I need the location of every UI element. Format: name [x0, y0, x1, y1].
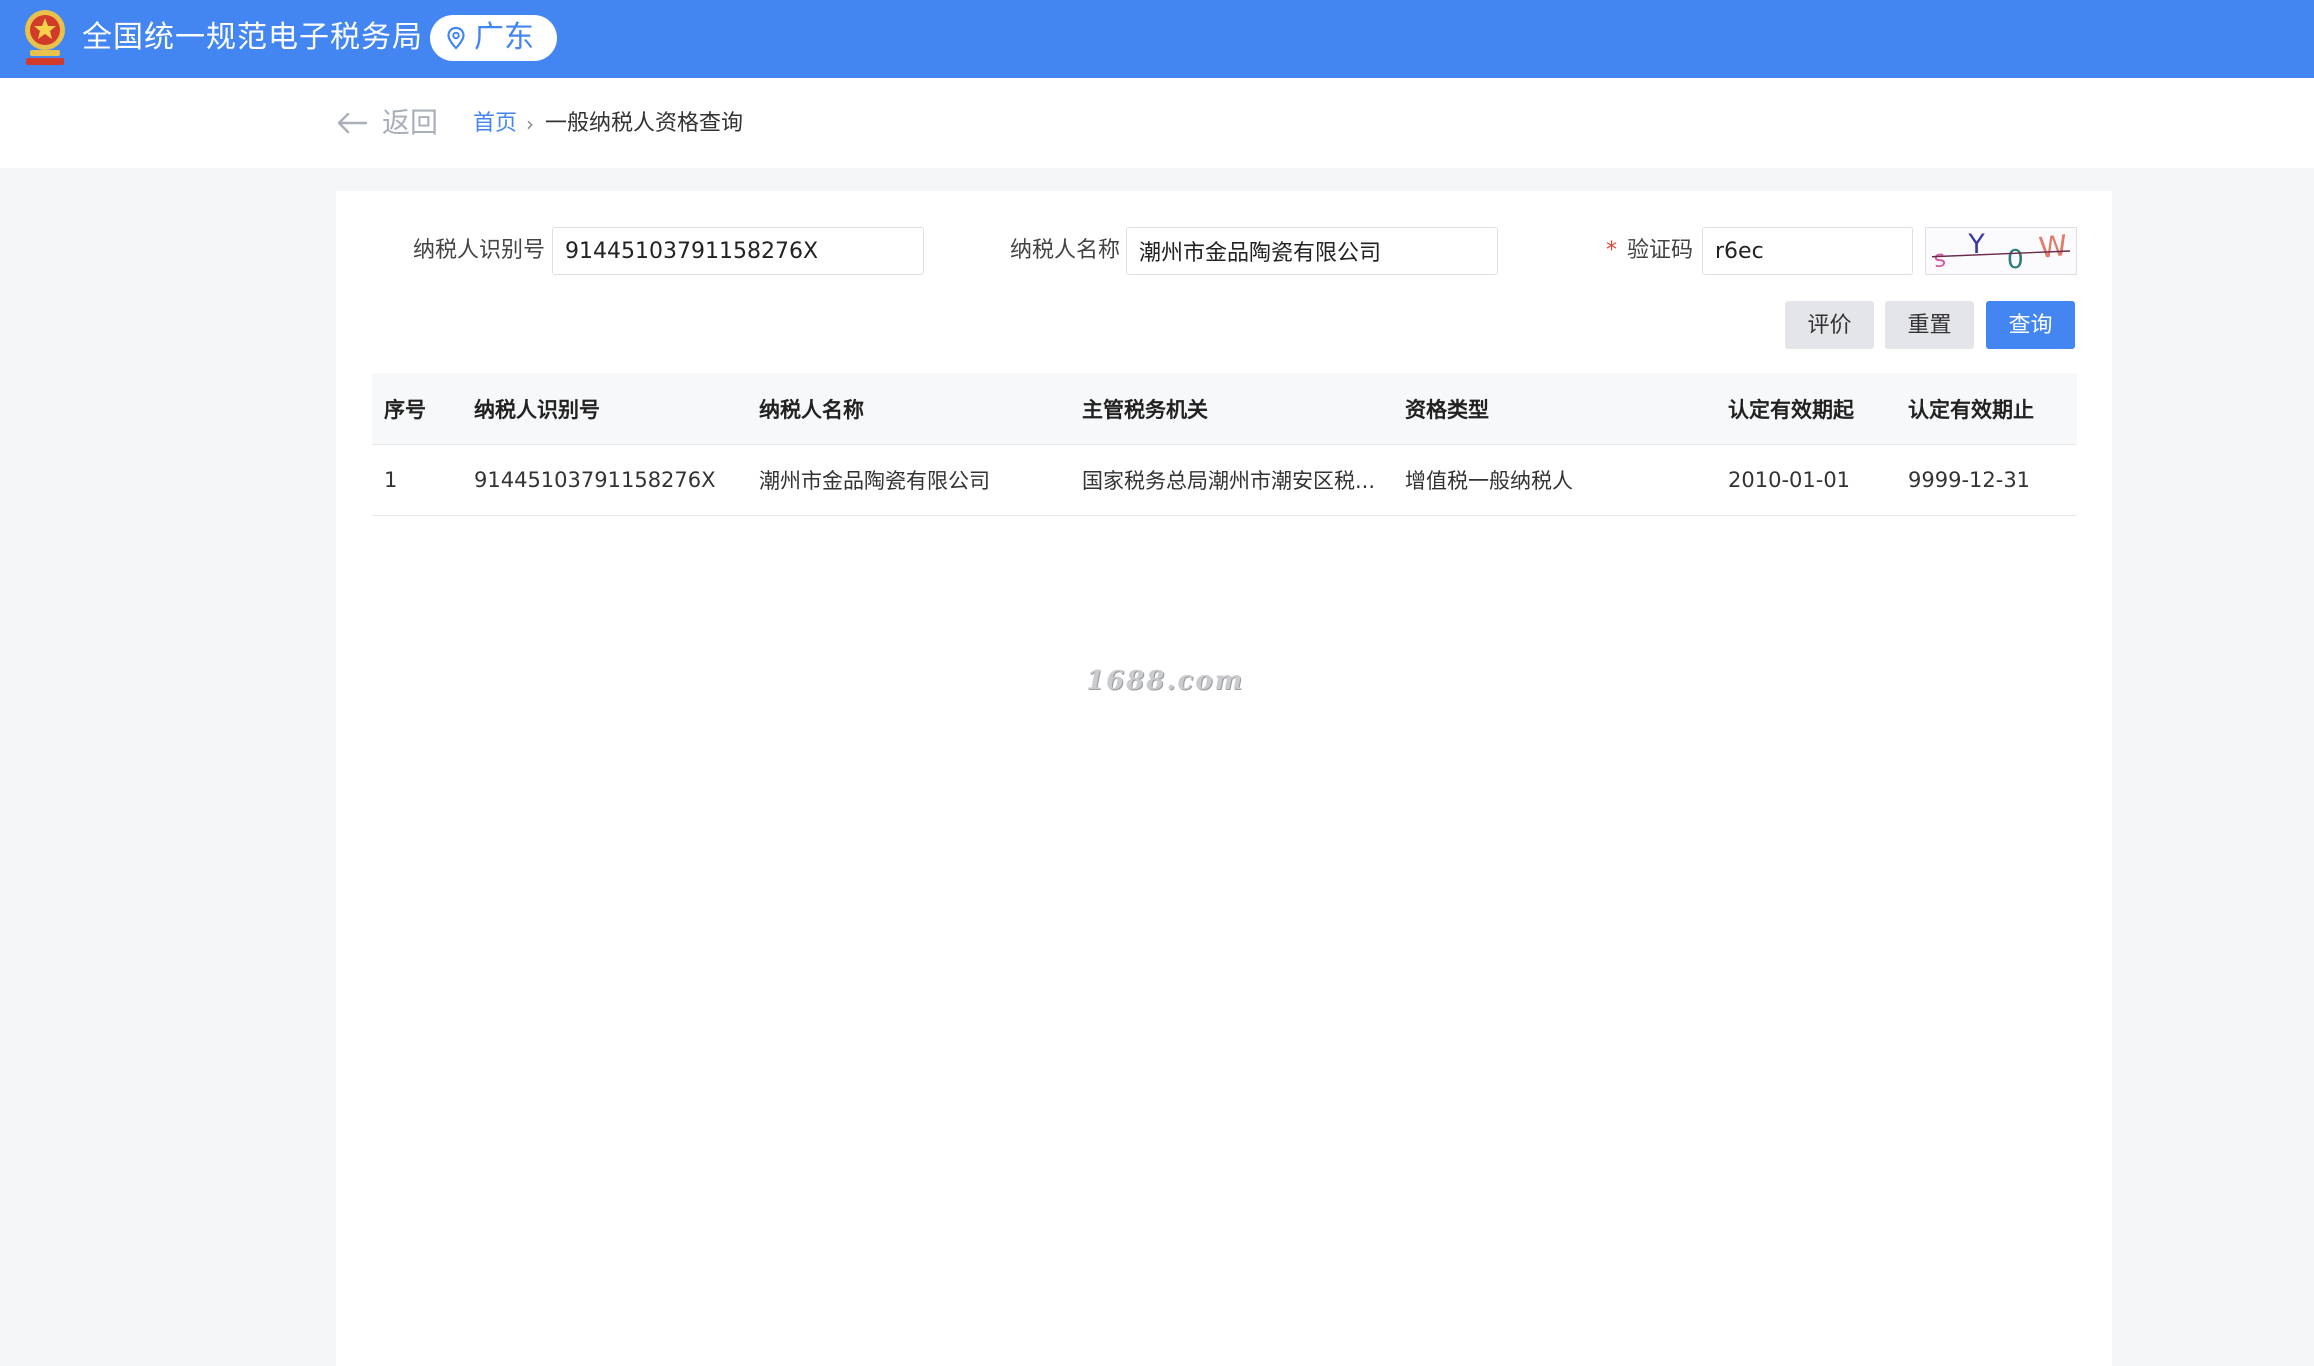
taxpayer-name-input[interactable]	[1126, 227, 1498, 275]
cell-index: 1	[384, 468, 398, 492]
column-header-valid-from: 认定有效期起	[1728, 397, 1854, 422]
captcha-label: 验证码	[1627, 238, 1694, 263]
result-table: 序号 纳税人识别号 纳税人名称 主管税务机关 资格类型 认定有效期起 认定有效期…	[372, 373, 2077, 516]
table-header: 序号 纳税人识别号 纳税人名称 主管税务机关 资格类型 认定有效期起 认定有效期…	[372, 373, 2077, 445]
cell-qualification-type: 增值税一般纳税人	[1405, 469, 1573, 493]
breadcrumb-home-link[interactable]: 首页	[473, 108, 517, 140]
top-header: 全国统一规范电子税务局 广东	[0, 0, 2314, 78]
captcha-input[interactable]	[1702, 227, 1913, 275]
query-card: 纳税人识别号 纳税人名称 * 验证码 s Y 0 W 评价 重置 查询 序号 纳税…	[336, 191, 2112, 1366]
captcha-glyph-4: W	[2037, 228, 2069, 265]
breadcrumb-current: 一般纳税人资格查询	[545, 111, 744, 136]
cell-taxpayer-name: 潮州市金品陶瓷有限公司	[759, 469, 990, 493]
evaluate-button[interactable]: 评价	[1785, 301, 1874, 349]
query-button[interactable]: 查询	[1986, 301, 2075, 349]
column-header-taxpayer-name: 纳税人名称	[759, 397, 864, 422]
cell-tax-authority: 国家税务总局潮州市潮安区税...	[1082, 469, 1376, 493]
required-asterisk: *	[1606, 238, 1617, 263]
tax-emblem-icon	[25, 10, 65, 65]
location-pin-icon	[447, 26, 465, 50]
captcha-glyph-1: s	[1932, 246, 1947, 273]
back-button[interactable]: 返回	[336, 104, 438, 142]
site-title: 全国统一规范电子税务局	[82, 20, 423, 55]
column-header-index: 序号	[384, 397, 426, 422]
taxpayer-name-label: 纳税人名称	[1010, 238, 1121, 263]
cell-taxpayer-id: 91445103791158276X	[474, 468, 716, 492]
region-label: 广东	[474, 20, 534, 55]
breadcrumb-separator: ›	[526, 112, 534, 136]
table-row[interactable]: 1 91445103791158276X 潮州市金品陶瓷有限公司 国家税务总局潮…	[372, 445, 2077, 516]
column-header-tax-authority: 主管税务机关	[1082, 397, 1208, 422]
reset-button[interactable]: 重置	[1885, 301, 1974, 349]
arrow-left-icon	[337, 112, 368, 134]
back-label: 返回	[382, 106, 439, 139]
column-header-valid-to: 认定有效期止	[1908, 397, 2034, 422]
taxpayer-id-input[interactable]	[552, 227, 924, 275]
captcha-image[interactable]: s Y 0 W	[1925, 227, 2077, 275]
watermark: 1688.com	[1086, 666, 1245, 696]
breadcrumb-bar: 返回 首页 › 一般纳税人资格查询	[0, 78, 2314, 168]
captcha-glyph-3: 0	[2007, 244, 2024, 275]
taxpayer-id-label: 纳税人识别号	[413, 238, 546, 263]
region-selector[interactable]: 广东	[430, 15, 557, 61]
cell-valid-to: 9999-12-31	[1908, 468, 2031, 492]
column-header-qualification-type: 资格类型	[1405, 397, 1489, 422]
captcha-label-wrap: * 验证码	[1606, 235, 1693, 267]
column-header-taxpayer-id: 纳税人识别号	[474, 397, 600, 422]
cell-valid-from: 2010-01-01	[1728, 468, 1851, 492]
